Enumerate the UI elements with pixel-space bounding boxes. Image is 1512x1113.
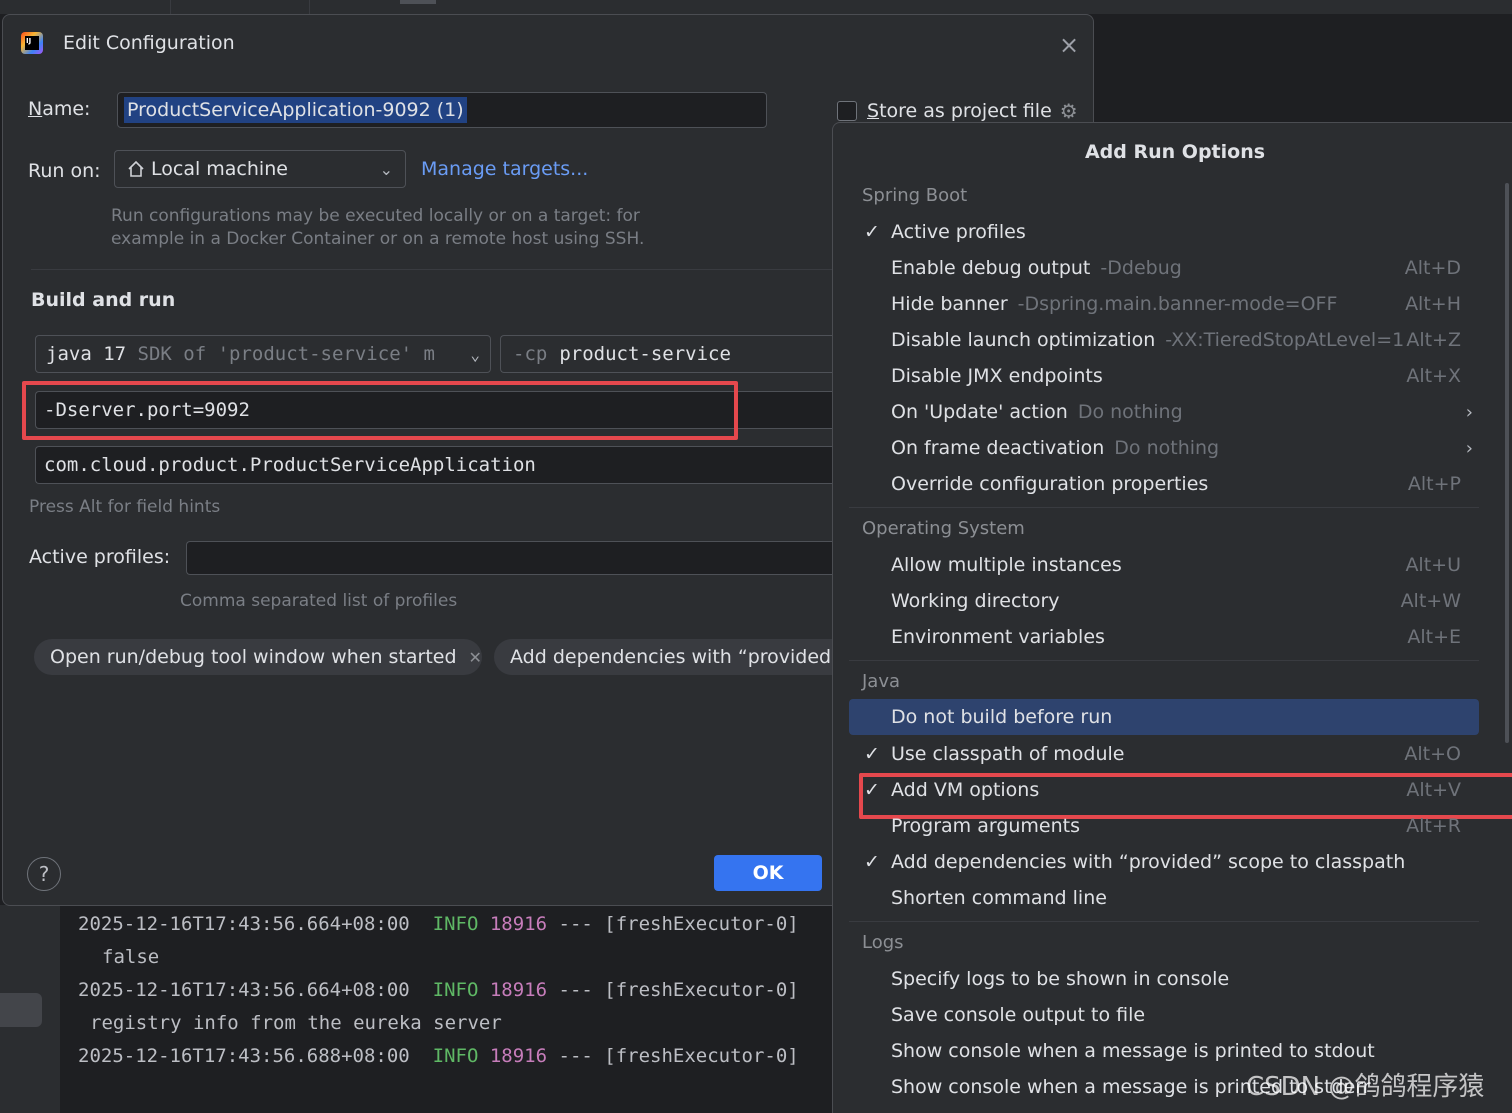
option-working-directory[interactable]: Working directory Alt+W (849, 583, 1479, 619)
option-enable-debug-output[interactable]: Enable debug output -Ddebug Alt+D (849, 250, 1479, 286)
chip-label: Open run/debug tool window when started (50, 646, 457, 668)
name-input[interactable]: ProductServiceApplication-9092 (1) (117, 92, 767, 128)
group-spring-boot: Spring Boot (862, 185, 968, 206)
check-icon: ✓ (864, 743, 880, 765)
store-as-project-label: Store as project file (867, 100, 1052, 122)
manage-targets-link[interactable]: Manage targets... (421, 158, 588, 180)
tool-window-button[interactable] (0, 993, 42, 1027)
option-show-console-stdout[interactable]: Show console when a message is printed t… (849, 1033, 1479, 1069)
option-on-frame-deactivation[interactable]: On frame deactivation Do nothing › (849, 430, 1479, 466)
field-hints-text: Press Alt for field hints (29, 497, 221, 517)
divider (849, 660, 1479, 661)
option-chip-open-tool-window[interactable]: Open run/debug tool window when started … (34, 639, 482, 675)
classpath-module-selector[interactable]: -cp product-service (500, 335, 840, 373)
console-line: 2025-12-16T17:43:56.688+08:00 INFO 18916… (78, 1045, 799, 1067)
console-line: 2025-12-16T17:43:56.664+08:00 INFO 18916… (78, 979, 799, 1001)
option-chip-add-dependencies[interactable]: Add dependencies with “provided” (494, 639, 841, 675)
check-icon: ✓ (864, 221, 880, 243)
ok-button[interactable]: OK (714, 855, 822, 891)
option-add-dependencies-provided[interactable]: ✓ Add dependencies with “provided” scope… (849, 844, 1479, 880)
popup-scrollbar[interactable] (1505, 183, 1509, 743)
option-add-vm-options[interactable]: ✓ Add VM options Alt+V (849, 772, 1479, 808)
chevron-down-icon: ⌄ (379, 159, 393, 179)
group-operating-system: Operating System (862, 518, 1025, 539)
option-environment-variables[interactable]: Environment variables Alt+E (849, 619, 1479, 655)
run-on-label: Run on: (28, 160, 101, 182)
name-label: Name: (28, 98, 91, 120)
option-disable-jmx-endpoints[interactable]: Disable JMX endpoints Alt+X (849, 358, 1479, 394)
run-console: 2025-12-16T17:43:56.664+08:00 INFO 18916… (60, 905, 840, 1113)
vm-options-value: -Dserver.port=9092 (44, 399, 250, 421)
divider (31, 269, 837, 270)
ide-tab[interactable] (170, 0, 310, 14)
option-use-classpath-of-module[interactable]: ✓ Use classpath of module Alt+O (849, 736, 1479, 772)
ide-tab-indicator (400, 0, 436, 4)
divider (849, 921, 1479, 922)
option-on-update-action[interactable]: On 'Update' action Do nothing › (849, 394, 1479, 430)
cp-module: product-service (559, 343, 731, 365)
popup-title: Add Run Options (1084, 141, 1266, 163)
console-line: 2025-12-16T17:43:56.664+08:00 INFO 18916… (78, 913, 799, 935)
run-on-dropdown[interactable]: Local machine ⌄ (114, 150, 406, 188)
option-disable-launch-optimization[interactable]: Disable launch optimization -XX:TieredSto… (849, 322, 1479, 358)
option-active-profiles[interactable]: ✓ Active profiles (849, 214, 1479, 250)
option-do-not-build-before-run[interactable]: Do not build before run (849, 699, 1479, 735)
console-line: registry info from the eureka server (90, 1012, 502, 1034)
close-icon[interactable]: ✕ (469, 648, 482, 667)
store-as-project-file[interactable]: Store as project file ⚙ (837, 99, 1078, 123)
run-on-hint: Run configurations may be executed local… (111, 206, 645, 249)
check-icon: ✓ (864, 779, 880, 801)
help-button[interactable]: ? (27, 857, 61, 891)
watermark: CSDN @鸽鸽程序猿 (1246, 1072, 1485, 1102)
dialog-title-bar: IJ Edit Configuration (19, 29, 235, 57)
run-on-value: Local machine (151, 158, 288, 180)
close-icon[interactable]: × (1059, 33, 1079, 57)
check-icon: ✓ (864, 851, 880, 873)
chevron-right-icon: › (1465, 401, 1473, 423)
store-as-project-checkbox[interactable] (837, 101, 857, 121)
option-override-configuration-properties[interactable]: Override configuration properties Alt+P (849, 466, 1479, 502)
active-profiles-label: Active profiles: (29, 546, 171, 568)
ide-left-toolbar (0, 905, 60, 1113)
chevron-right-icon: › (1465, 437, 1473, 459)
option-allow-multiple-instances[interactable]: Allow multiple instances Alt+U (849, 547, 1479, 583)
cp-flag: -cp (513, 343, 548, 365)
jdk-selector[interactable]: java 17 SDK of 'product-service' m ⌄ (35, 335, 491, 373)
home-icon (128, 160, 144, 177)
name-input-value: ProductServiceApplication-9092 (1) (124, 97, 467, 123)
gear-icon[interactable]: ⚙ (1060, 99, 1078, 123)
profiles-hint: Comma separated list of profiles (180, 591, 458, 611)
jdk-description: SDK of 'product-service' m (137, 343, 435, 365)
option-hide-banner[interactable]: Hide banner -Dspring.main.banner-mode=OFF… (849, 286, 1479, 322)
dialog-title: Edit Configuration (63, 32, 235, 54)
group-java: Java (862, 671, 901, 692)
chip-label: Add dependencies with “provided” (510, 646, 841, 668)
ide-tab-strip (0, 0, 1512, 14)
build-and-run-heading: Build and run (31, 289, 176, 311)
active-profiles-input[interactable] (186, 541, 840, 575)
option-shorten-command-line[interactable]: Shorten command line (849, 880, 1479, 916)
console-line: false (102, 946, 160, 968)
jdk-version: java 17 (46, 343, 127, 365)
main-class-value: com.cloud.product.ProductServiceApplicat… (44, 454, 536, 476)
option-save-console-output[interactable]: Save console output to file (849, 997, 1479, 1033)
group-logs: Logs (862, 932, 904, 953)
main-class-input[interactable]: com.cloud.product.ProductServiceApplicat… (35, 446, 840, 484)
option-specify-logs[interactable]: Specify logs to be shown in console (849, 961, 1479, 997)
option-program-arguments[interactable]: Program arguments Alt+R (849, 808, 1479, 844)
intellij-app-icon: IJ (19, 30, 45, 56)
vm-options-input[interactable]: -Dserver.port=9092 (35, 391, 840, 429)
add-run-options-popup: Add Run Options Spring Boot ✓ Active pro… (832, 122, 1512, 1113)
divider (849, 507, 1479, 508)
chevron-down-icon: ⌄ (470, 344, 480, 364)
